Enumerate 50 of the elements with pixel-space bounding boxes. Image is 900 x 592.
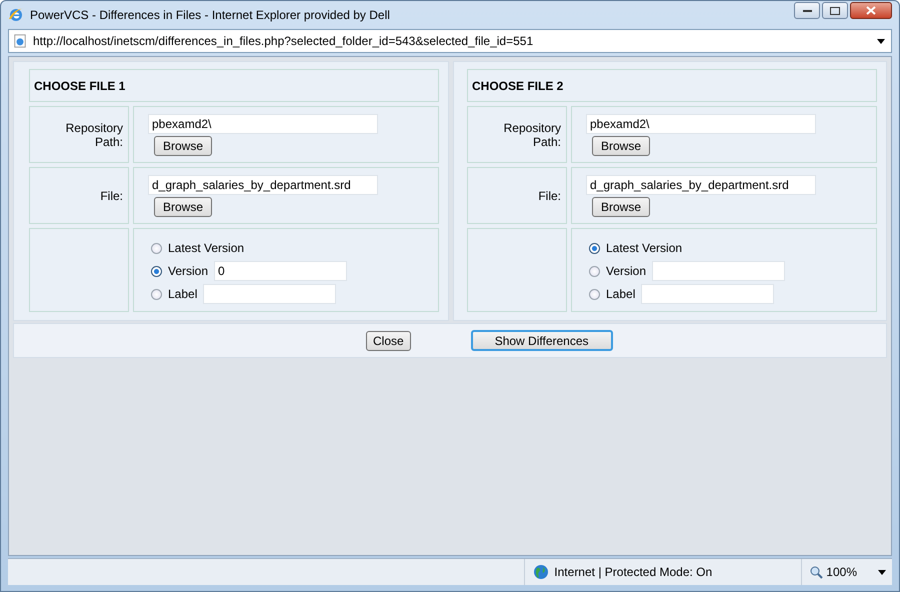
- field-label: File:: [537, 188, 561, 202]
- zoom-level: 100%: [826, 565, 857, 579]
- maximize-icon: [830, 6, 840, 14]
- input-field[interactable]: d_graph_salaries_by_department.srd: [586, 175, 816, 195]
- field-label: Repository Path:: [64, 120, 123, 148]
- action-button[interactable]: Close: [366, 330, 411, 350]
- radio-label: Version: [606, 264, 646, 278]
- action-button[interactable]: Show Differences: [470, 330, 613, 351]
- dropdown-arrow-icon[interactable]: [877, 38, 885, 44]
- radio-button[interactable]: [151, 242, 162, 254]
- radio-label: Label: [606, 287, 636, 301]
- radio-button[interactable]: [151, 288, 162, 300]
- radio-label: Latest Version: [168, 241, 244, 255]
- minimize-icon: [802, 8, 812, 12]
- browse-button[interactable]: Browse: [592, 197, 650, 217]
- radio-label: Latest Version: [606, 241, 682, 255]
- radio-button[interactable]: [589, 288, 600, 300]
- minimize-button[interactable]: [794, 2, 820, 19]
- window-title: PowerVCS - Differences in Files - Internet Explorer provided by Dell: [30, 8, 391, 22]
- field-label: Repository Path:: [502, 120, 561, 148]
- address-bar[interactable]: http://localhost/inetscm/differences_in_files.php?selected_folder_id=543&selected_file_id=551: [8, 29, 892, 53]
- zoom-control[interactable]: 100%: [801, 559, 892, 585]
- page-icon: [13, 34, 27, 48]
- input-field[interactable]: d_graph_salaries_by_department.srd: [148, 175, 378, 195]
- input-field[interactable]: [203, 284, 336, 304]
- radio-button[interactable]: [589, 242, 600, 254]
- close-icon: [866, 6, 876, 15]
- panel-header: CHOOSE FILE 1: [29, 69, 439, 102]
- browse-button[interactable]: Browse: [592, 136, 650, 156]
- input-field[interactable]: [641, 284, 774, 304]
- browse-button[interactable]: Browse: [154, 136, 212, 156]
- zoom-icon: [810, 566, 824, 578]
- dropdown-arrow-icon[interactable]: [878, 570, 886, 574]
- globe-icon: [533, 564, 550, 580]
- panel-header: CHOOSE FILE 2: [467, 69, 877, 102]
- maximize-button[interactable]: [822, 2, 848, 19]
- close-button[interactable]: [850, 2, 892, 19]
- radio-label: Label: [168, 287, 198, 301]
- input-field[interactable]: pbexamd2\: [148, 114, 378, 134]
- input-field[interactable]: pbexamd2\: [586, 114, 816, 134]
- input-field[interactable]: 0: [214, 261, 348, 281]
- radio-button[interactable]: [589, 266, 600, 276]
- browser-icon: [8, 7, 24, 23]
- radio-button[interactable]: [151, 266, 162, 276]
- input-field[interactable]: [652, 261, 786, 281]
- field-label: File:: [99, 188, 123, 202]
- zone-text: Internet | Protected Mode: On: [554, 565, 712, 579]
- url-text: http://localhost/inetscm/differences_in_files.php?selected_folder_id=543&selected_file_id=551: [33, 34, 534, 48]
- radio-label: Version: [168, 264, 208, 278]
- browse-button[interactable]: Browse: [154, 197, 212, 217]
